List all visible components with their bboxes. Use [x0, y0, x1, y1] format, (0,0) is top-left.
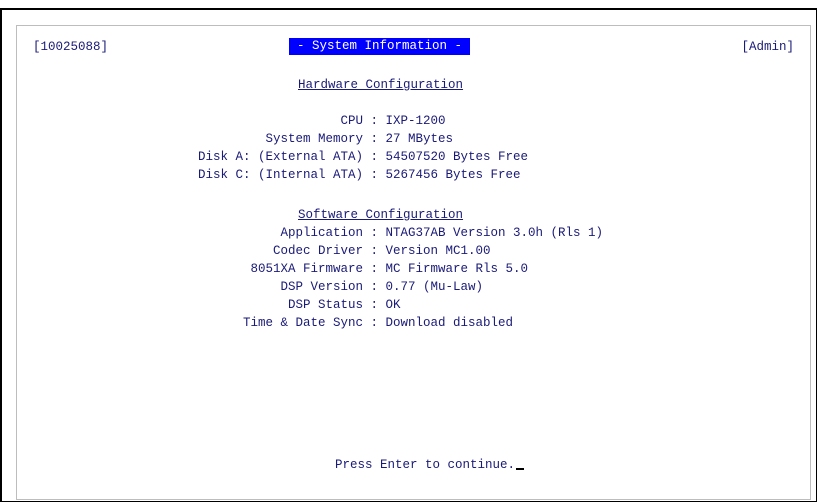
info-separator: : — [363, 168, 386, 182]
info-label: Time & Date Sync — [242, 316, 363, 330]
info-row-time-date-sync: Time & Date Sync : Download disabled — [17, 314, 513, 332]
info-label: DSP Version — [280, 280, 363, 294]
text-cursor — [516, 468, 525, 470]
info-row-disk-a: Disk A: (External ATA) : 54507520 Bytes … — [17, 148, 528, 166]
info-separator: : — [363, 316, 386, 330]
info-separator: : — [363, 132, 386, 146]
info-label: Disk C: (Internal ATA) — [197, 168, 363, 182]
info-label: 8051XA Firmware — [250, 262, 363, 276]
software-heading: Software Configuration — [298, 208, 464, 222]
continue-prompt-line[interactable]: Press Enter to continue. — [290, 438, 525, 492]
info-label: Application — [280, 226, 363, 240]
hardware-heading: Hardware Configuration — [298, 78, 464, 92]
terminal-id: [10025088] — [33, 40, 109, 54]
info-value: IXP-1200 — [385, 114, 446, 128]
info-value: 27 MBytes — [385, 132, 454, 146]
info-separator: : — [363, 150, 386, 164]
terminal-window: [10025088] - System Information - [Admin… — [0, 8, 817, 502]
info-value: Download disabled — [385, 316, 514, 330]
info-separator: : — [363, 298, 386, 312]
info-value: NTAG37AB Version 3.0h (Rls 1) — [385, 226, 604, 240]
info-label: Codec Driver — [272, 244, 363, 258]
info-separator: : — [363, 262, 386, 276]
info-separator: : — [363, 280, 386, 294]
info-row-firmware: 8051XA Firmware : MC Firmware Rls 5.0 — [17, 260, 528, 278]
info-label: DSP Status — [287, 298, 363, 312]
terminal-screen: [10025088] - System Information - [Admin… — [16, 25, 811, 500]
info-label: System Memory — [265, 132, 363, 146]
info-value: Version MC1.00 — [385, 244, 491, 258]
info-value: OK — [385, 298, 401, 312]
screen-title: - System Information - — [289, 38, 471, 55]
info-label: Disk A: (External ATA) — [197, 150, 363, 164]
info-separator: : — [363, 244, 386, 258]
info-row-disk-c: Disk C: (Internal ATA) : 5267456 Bytes F… — [17, 166, 521, 184]
info-value: MC Firmware Rls 5.0 — [385, 262, 529, 276]
info-label: CPU — [340, 114, 363, 128]
info-value: 0.77 (Mu-Law) — [385, 280, 484, 294]
info-row-application: Application : NTAG37AB Version 3.0h (Rls… — [17, 224, 603, 242]
user-role: [Admin] — [741, 40, 794, 54]
continue-prompt: Press Enter to continue. — [335, 458, 516, 472]
info-row-codec-driver: Codec Driver : Version MC1.00 — [17, 242, 491, 260]
info-separator: : — [363, 114, 386, 128]
info-separator: : — [363, 226, 386, 240]
info-row-memory: System Memory : 27 MBytes — [17, 130, 453, 148]
info-row-cpu: CPU : IXP-1200 — [17, 112, 446, 130]
info-value: 5267456 Bytes Free — [385, 168, 521, 182]
info-row-dsp-status: DSP Status : OK — [17, 296, 401, 314]
info-value: 54507520 Bytes Free — [385, 150, 529, 164]
info-row-dsp-version: DSP Version : 0.77 (Mu-Law) — [17, 278, 483, 296]
